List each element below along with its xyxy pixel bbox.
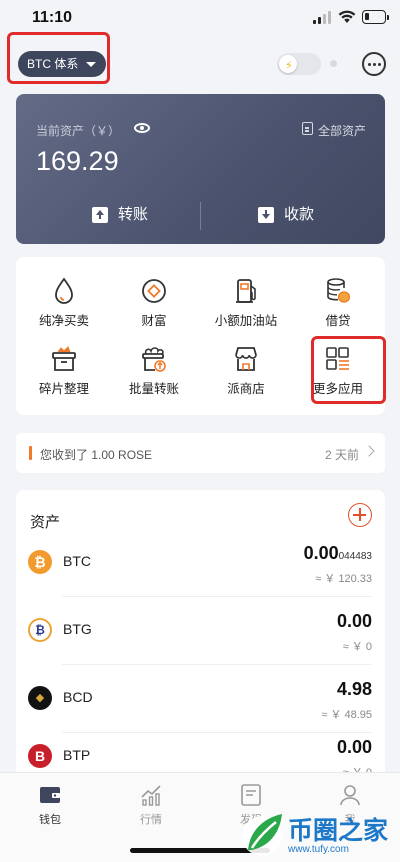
asset-symbol: BTG [63,621,92,637]
upload-icon [92,207,108,223]
notice-accent [29,446,32,460]
btg-coin-icon: ₿ [28,618,52,642]
app-label: 小额加油站 [214,314,278,328]
lightning-toggle[interactable]: ⚡ [277,53,321,75]
asset-row-btg[interactable]: ₿ BTG 0.00 ≈ ￥ 0 [16,595,385,665]
status-dot [330,60,337,67]
app-loan[interactable]: 借贷 [294,277,382,337]
asset-row-btc[interactable]: ₿ BTC 0.00044483 ≈ ￥ 120.33 [16,527,385,597]
app-label: 碎片整理 [38,382,89,396]
asset-fiat: ≈ ￥ 48.95 [321,709,372,721]
discover-icon [241,784,261,806]
chain-selector-label: BTC 体系 [27,57,79,71]
drop-icon [55,277,73,304]
toggle-knob: ⚡ [279,55,297,73]
wallet-icon [40,787,60,803]
profile-icon [340,785,360,806]
document-icon [302,122,313,135]
asset-card: 当前资产（￥） 全部资产 169.29 转账 收款 [16,94,385,244]
asset-balance-small: 044483 [338,551,372,562]
tab-label: 行情 [140,814,162,826]
app-gas-station[interactable]: 小额加油站 [202,277,290,337]
app-label: 批量转账 [128,382,179,396]
more-apps-highlight [311,336,386,404]
receive-label: 收款 [284,206,315,223]
leaf-logo-icon [242,814,282,856]
asset-symbol: BTP [63,747,91,763]
asset-label: 当前资产（￥） [36,124,121,138]
app-label: 纯净买卖 [38,314,89,328]
fragment-box-icon [52,346,76,371]
battery-tip [387,15,389,20]
notice-bar[interactable]: 您收到了 1.00 ROSE 2 天前 [16,433,385,473]
message-icon[interactable] [362,52,386,76]
status-time: 11:10 [32,9,73,26]
watermark-title: 币圈之家 [288,817,389,845]
tab-wallet[interactable]: 钱包 [25,783,75,827]
asset-balance: 0.00044483 [304,543,372,564]
chart-icon [141,785,161,806]
asset-amount: 169.29 [36,146,119,176]
asset-balance-main: 0.00 [336,737,372,757]
btp-coin-icon: B [28,744,52,768]
receive-button[interactable]: 收款 [258,204,328,226]
chevron-right-icon [363,445,375,457]
asset-balance-main: 0.00 [336,611,372,631]
bcd-coin-icon: ◆ [28,686,52,710]
notice-time: 2 天前 [324,448,359,462]
assets-panel: 资产 ₿ BTC 0.00044483 ≈ ￥ 120.33 ₿ BTG 0.0… [16,490,385,780]
app-wealth[interactable]: 财富 [110,277,198,337]
shop-icon [235,347,257,371]
lightning-icon: ⚡ [285,60,293,72]
tab-label: 钱包 [39,814,61,826]
chain-selector-button[interactable]: BTC 体系 [18,51,106,77]
asset-balance: 0.00 [337,737,372,758]
asset-balance-main: 0.00 [303,543,339,563]
watermark-url: www.tufy.com [288,844,349,855]
app-shop[interactable]: 派商店 [202,345,290,405]
gas-station-icon [236,279,256,303]
wealth-icon [142,279,166,303]
download-icon [258,207,274,223]
coins-stack-icon [327,278,351,303]
notice-text: 您收到了 1.00 ROSE [40,448,153,462]
batch-transfer-icon [142,347,166,372]
battery-icon [362,10,386,24]
app-label: 派商店 [227,382,265,396]
asset-symbol: BTC [63,553,91,569]
wifi-icon [338,10,356,23]
btc-coin-icon: ₿ [28,550,52,574]
app-label: 借贷 [325,314,351,328]
app-fragment[interactable]: 碎片整理 [20,345,108,405]
transfer-button[interactable]: 转账 [92,204,162,226]
all-assets-link[interactable]: 全部资产 [318,122,366,139]
asset-balance: 4.98 [337,679,372,700]
app-pure-trade[interactable]: 纯净买卖 [20,277,108,337]
add-asset-icon[interactable] [348,503,372,527]
asset-balance-main: 4.98 [336,679,372,699]
asset-symbol: BCD [63,689,93,705]
watermark: 币圈之家 www.tufy.com [240,806,398,862]
eye-icon[interactable] [134,123,150,133]
asset-balance: 0.00 [337,611,372,632]
caret-down-icon [86,62,96,67]
asset-fiat: ≈ ￥ 0 [342,641,372,653]
app-label: 财富 [141,314,167,328]
card-divider [200,202,201,230]
asset-fiat: ≈ ￥ 120.33 [315,573,372,585]
cell-signal-icon [313,11,331,24]
tab-market[interactable]: 行情 [126,783,176,827]
app-batch-transfer[interactable]: 批量转账 [110,345,198,405]
transfer-label: 转账 [118,206,149,223]
